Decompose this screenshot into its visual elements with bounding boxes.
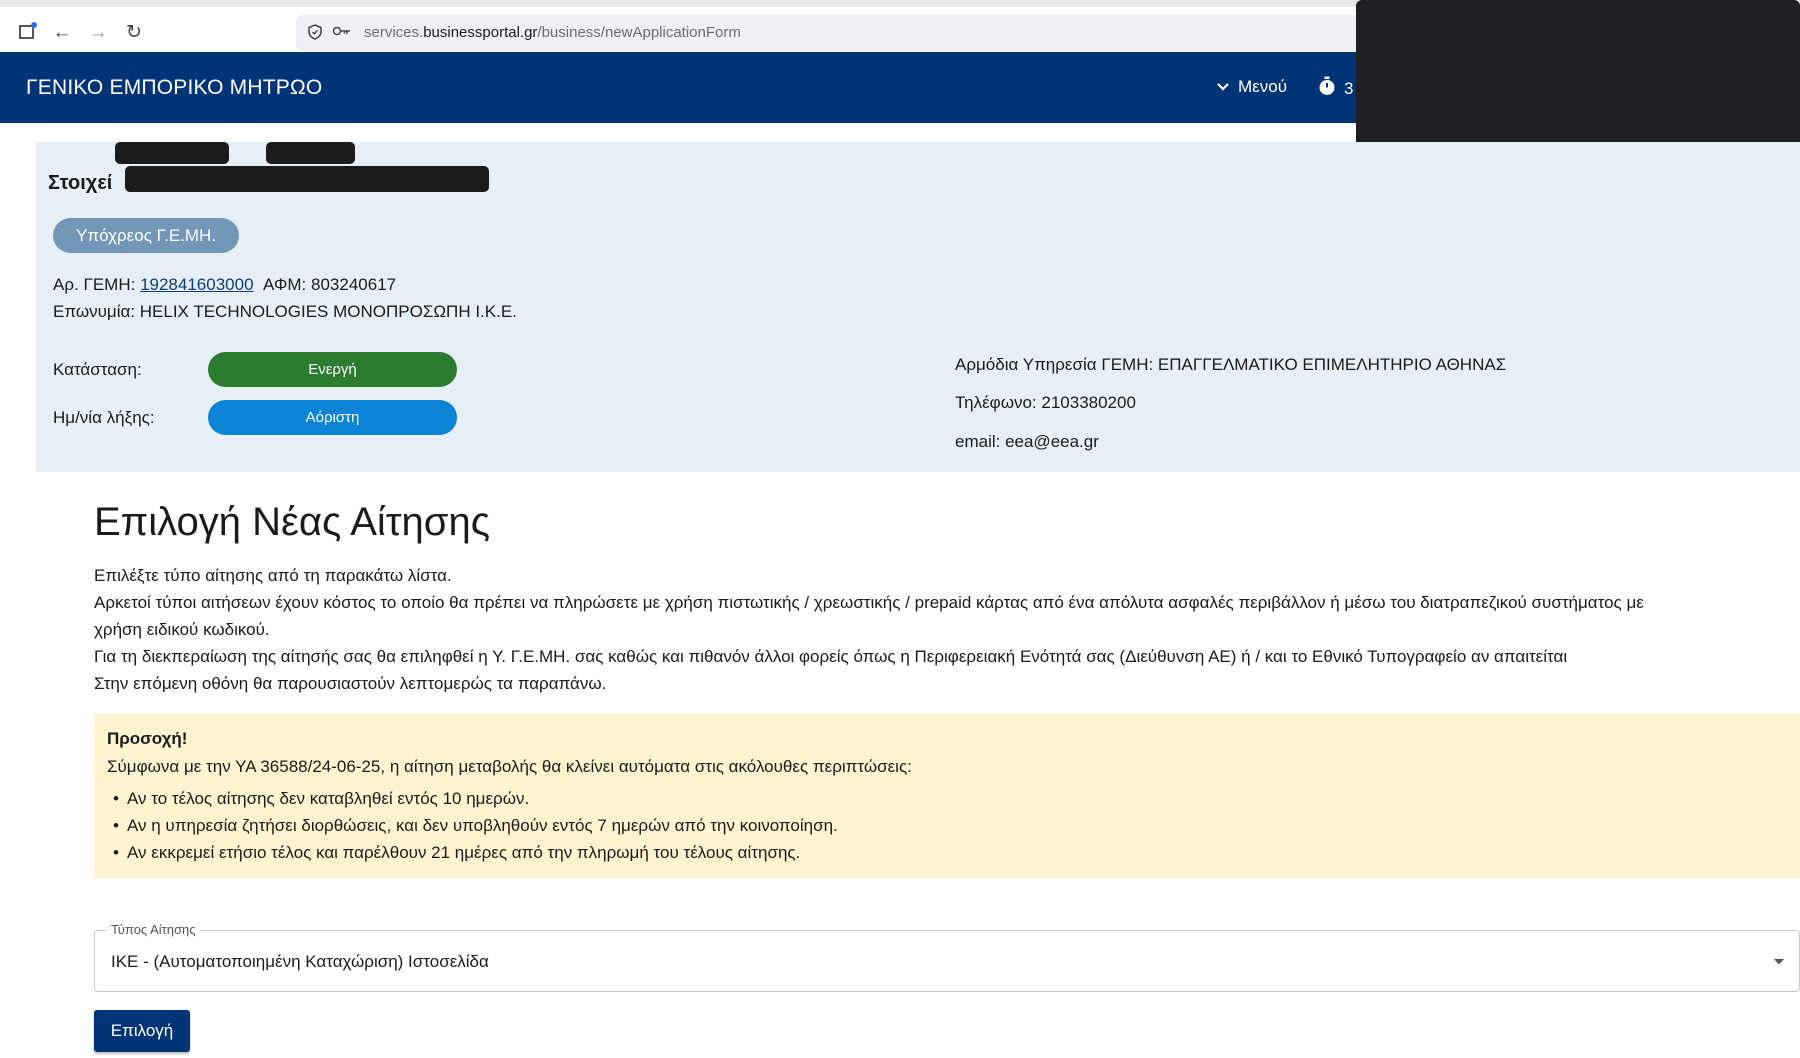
address-bar[interactable]: services.businessportal.gr/business/newA…	[296, 15, 1376, 51]
forward-arrow-icon[interactable]: →	[86, 21, 110, 45]
company-name-line: Επωνυμία: HELIX TECHNOLOGIES ΜΟΝΟΠΡΟΣΩΠΗ…	[53, 302, 517, 322]
cost-paragraph: Αρκετοί τύποι αιτήσεων έχουν κόστος το ο…	[94, 593, 1644, 612]
session-timer: 3	[1318, 76, 1353, 101]
stopwatch-icon	[1318, 76, 1336, 101]
warning-list: • Αν το τέλος αίτησης δεν καταβληθεί εντό…	[107, 785, 838, 866]
afm-number: 803240617	[311, 275, 397, 294]
url-text[interactable]: services.businessportal.gr/business/newA…	[364, 24, 741, 41]
warning-item-text: Αν η υπηρεσία ζητήσει διορθώσεις, και δε…	[127, 816, 838, 835]
back-arrow-icon[interactable]: ←	[50, 21, 74, 45]
tabs-icon[interactable]	[16, 21, 40, 45]
status-badge: Ενεργή	[208, 352, 457, 387]
redacted-area	[266, 142, 355, 164]
url-path: /business/newApplicationForm	[537, 24, 741, 41]
gemi-label: Αρ. ΓΕΜΗ:	[53, 275, 136, 294]
section-title: Στοιχεί	[48, 172, 113, 194]
application-type-select[interactable]: Τύπος Αίτησης ΙΚΕ - (Αυτοματοποιημένη Κα…	[94, 922, 1800, 992]
responsible-service: Αρμόδια Υπηρεσία ΓΕΜΗ: ΕΠΑΓΓΕΛΜΑΤΙΚΟ ΕΠΙ…	[955, 355, 1507, 374]
page-title: Επιλογή Νέας Αίτησης	[94, 500, 491, 544]
timer-text: 3	[1344, 78, 1354, 98]
url-host: businessportal.gr	[423, 24, 538, 41]
redacted-area	[125, 166, 489, 192]
afm-label: ΑΦΜ:	[262, 275, 307, 294]
warning-item-text: Αν το τέλος αίτησης δεν καταβληθεί εντός…	[127, 789, 530, 808]
bullet-icon: •	[113, 816, 119, 835]
service-email: email: eea@eea.gr	[955, 432, 1099, 451]
redacted-area	[115, 142, 229, 164]
list-item: • Αν η υπηρεσία ζητήσει διορθώσεις, και δ…	[107, 812, 838, 839]
key-icon[interactable]	[332, 23, 352, 41]
cost-paragraph-continued: χρήση ειδικού κωδικού.	[94, 620, 270, 639]
processing-paragraph: Για τη διεκπεραίωση της αίτησής σας θα ε…	[94, 647, 1568, 666]
chevron-down-icon	[1216, 80, 1230, 95]
menu-button[interactable]: Μενού	[1216, 77, 1287, 97]
list-item: • Αν το τέλος αίτησης δεν καταβληθεί εντό…	[107, 785, 838, 812]
select-label: Τύπος Αίτησης	[107, 922, 200, 937]
reload-icon[interactable]: ↻	[122, 21, 146, 45]
select-button[interactable]: Επιλογή	[94, 1010, 190, 1052]
warning-alert: Προσοχή! Σύμφωνα με την ΥΑ 36588/24-06-2…	[94, 714, 1800, 878]
url-prefix: services.	[364, 24, 424, 41]
expiry-badge: Αόριστη	[208, 400, 457, 435]
caret-down-icon	[1773, 953, 1785, 969]
select-value: ΙΚΕ - (Αυτοματοποιημένη Καταχώριση) Ιστο…	[111, 952, 489, 971]
bullet-icon: •	[113, 843, 119, 862]
name-label: Επωνυμία:	[53, 302, 136, 321]
list-item: • Αν εκκρεμεί ετήσιο τέλος και παρέλθουν …	[107, 839, 838, 866]
gemi-obligated-badge: Υπόχρεος Γ.Ε.ΜΗ.	[53, 218, 240, 253]
warning-text: Σύμφωνα με την ΥΑ 36588/24-06-25, η αίτη…	[107, 757, 912, 776]
warning-title: Προσοχή!	[107, 729, 188, 748]
redacted-area	[1356, 0, 1800, 163]
company-info-panel: Στοιχεί Υπόχρεος Γ.Ε.ΜΗ. Αρ. ΓΕΜΗ: 19284…	[36, 142, 1800, 472]
app-title[interactable]: ΓΕΝΙΚΟ ΕΜΠΟΡΙΚΟ ΜΗΤΡΩΟ	[26, 76, 322, 100]
gemi-number-link[interactable]: 192841603000	[140, 275, 253, 294]
warning-item-text: Αν εκκρεμεί ετήσιο τέλος και παρέλθουν 2…	[127, 843, 801, 862]
menu-label: Μενού	[1238, 77, 1287, 96]
expiry-label: Ημ/νία λήξης:	[53, 408, 155, 427]
gemi-afm-line: Αρ. ΓΕΜΗ: 192841603000 ΑΦΜ: 803240617	[53, 275, 396, 295]
company-name: HELIX TECHNOLOGIES ΜΟΝΟΠΡΟΣΩΠΗ Ι.Κ.Ε.	[139, 302, 517, 321]
shield-icon[interactable]	[306, 24, 324, 42]
service-phone: Τηλέφωνο: 2103380200	[955, 393, 1136, 412]
status-label: Κατάσταση:	[53, 360, 142, 379]
bullet-icon: •	[113, 789, 119, 808]
next-screen-paragraph: Στην επόμενη οθόνη θα παρουσιαστούν λεπτ…	[94, 674, 607, 693]
intro-paragraph: Επιλέξτε τύπο αίτησης από τη παρακάτω λί…	[94, 566, 452, 585]
